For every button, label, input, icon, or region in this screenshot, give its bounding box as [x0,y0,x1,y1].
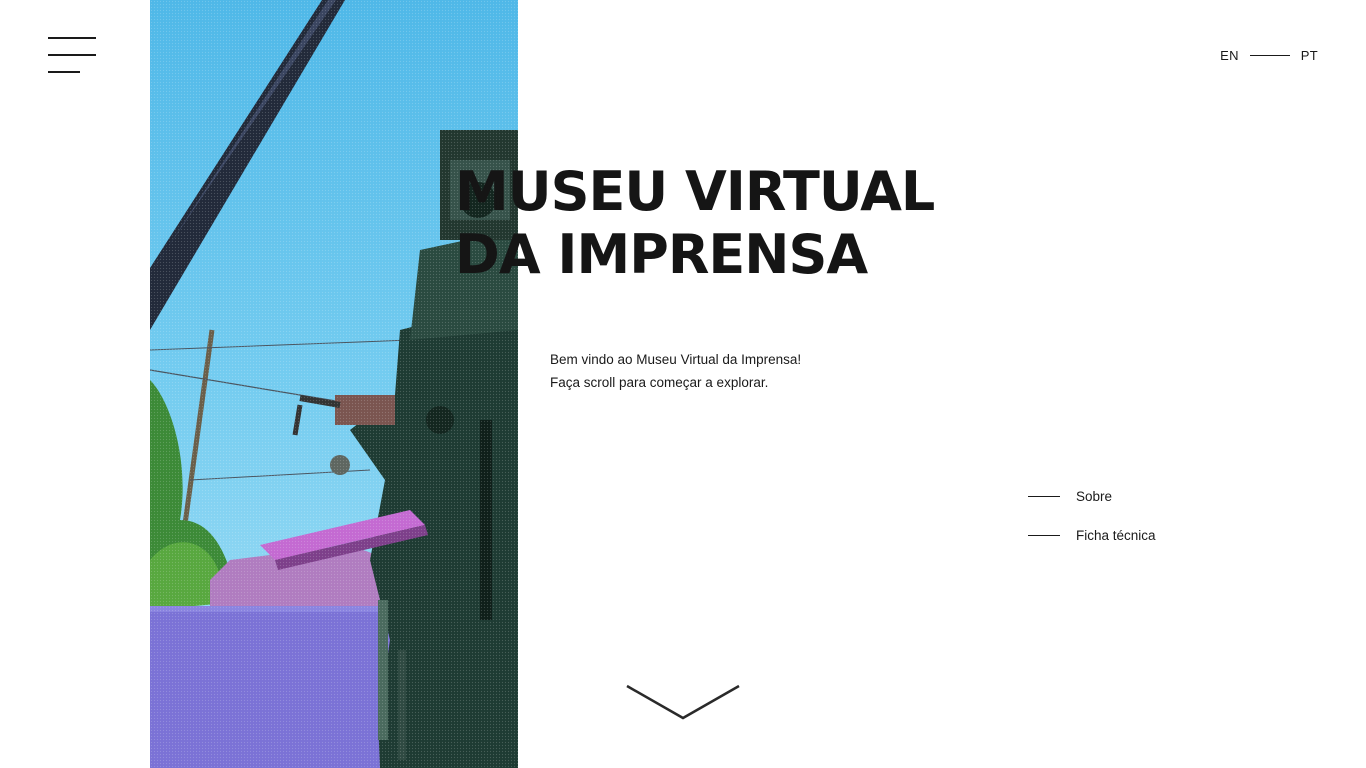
lang-pt-link[interactable]: PT [1301,48,1318,63]
side-nav: Sobre Ficha técnica [1028,486,1156,564]
lang-divider [1249,55,1290,56]
nav-item-label: Sobre [1076,488,1113,504]
title-line-2: DA IMPRENSA [455,223,868,286]
nav-dash [1028,534,1060,536]
nav-item-sobre[interactable]: Sobre [1028,486,1156,506]
page-title: MUSEU VIRTUAL DA IMPRENSA [455,160,935,286]
nav-item-label: Ficha técnica [1076,527,1156,543]
intro-text: Bem vindo ao Museu Virtual da Imprensa! … [550,348,801,394]
title-line-1: MUSEU VIRTUAL [455,160,935,223]
nav-dash [1028,495,1060,497]
nav-item-ficha-tecnica[interactable]: Ficha técnica [1028,525,1156,545]
menu-line [48,71,80,73]
menu-line [48,54,96,56]
intro-line-1: Bem vindo ao Museu Virtual da Imprensa! [550,352,802,367]
lang-en-link[interactable]: EN [1220,48,1239,63]
printing-press-photo [150,0,518,768]
intro-line-2: Faça scroll para começar a explorar. [550,375,769,390]
language-switch: EN PT [1220,48,1318,63]
chevron-down-icon[interactable] [626,684,740,722]
hamburger-menu-icon[interactable] [48,36,98,76]
menu-line [48,37,96,39]
